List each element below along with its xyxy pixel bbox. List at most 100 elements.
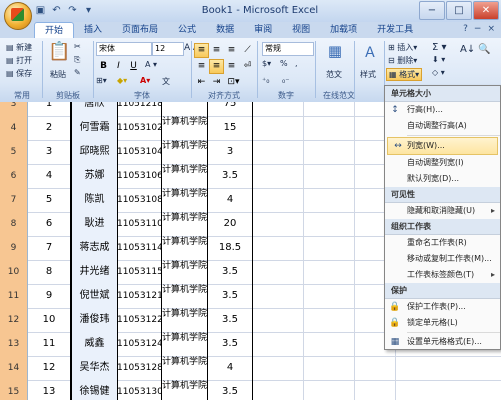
cell-empty[interactable] xyxy=(253,356,304,380)
cell-score[interactable]: 3.5 xyxy=(208,308,253,332)
format-painter-icon[interactable]: ✎ xyxy=(74,68,81,77)
menu-item-move-copy-sheet[interactable]: 移动或复制工作表(M)... xyxy=(385,251,500,267)
cell-empty[interactable] xyxy=(253,116,304,140)
increase-decimal-icon[interactable]: ⁺₀ xyxy=(262,76,269,85)
tab-addins[interactable]: 加载项 xyxy=(320,22,367,38)
sort-filter-icon[interactable]: A↓ xyxy=(460,44,475,55)
row-header[interactable]: 5 xyxy=(0,140,28,164)
maximize-button[interactable]: □ xyxy=(446,1,472,20)
cell-empty[interactable] xyxy=(253,380,304,400)
row-header[interactable]: 4 xyxy=(0,116,28,140)
row-header[interactable]: 12 xyxy=(0,308,28,332)
cell-major[interactable]: 计算机学院 xyxy=(162,332,208,357)
currency-icon[interactable]: $▾ xyxy=(262,59,271,68)
cell-empty[interactable] xyxy=(253,284,304,308)
menu-item-rename-sheet[interactable]: 重命名工作表(R) xyxy=(385,235,500,251)
cell-major[interactable]: 计算机学院 xyxy=(162,102,208,117)
cell-name[interactable]: 邱晓熙 xyxy=(71,140,118,164)
menu-item-format-cells[interactable]: ▦ 设置单元格格式(E)... xyxy=(385,334,500,350)
styles-icon[interactable]: Ａ xyxy=(360,42,380,64)
row-header[interactable]: 8 xyxy=(0,212,28,236)
row-header[interactable]: 15 xyxy=(0,380,28,400)
cell-empty[interactable] xyxy=(304,236,355,260)
percent-button[interactable]: % xyxy=(280,59,288,68)
row-header[interactable]: 3 xyxy=(0,102,28,116)
cell-empty[interactable] xyxy=(304,380,355,400)
cell-name[interactable]: 何雪霜 xyxy=(71,116,118,140)
cell-empty[interactable] xyxy=(253,236,304,260)
font-name-select[interactable]: 宋体 xyxy=(96,42,152,56)
wrap-text-icon[interactable]: ⏎ xyxy=(240,59,255,74)
cell-name[interactable]: 蒋志成 xyxy=(71,236,118,260)
cell-seq[interactable]: 4 xyxy=(28,164,71,188)
cell-seq[interactable]: 8 xyxy=(28,260,71,284)
cell-empty[interactable] xyxy=(304,356,355,380)
number-format-select[interactable]: 常规 xyxy=(262,42,314,56)
menu-item-hide-unhide[interactable]: 隐藏和取消隐藏(U) ▸ xyxy=(385,203,500,219)
cell-name[interactable]: 陈凯 xyxy=(71,188,118,212)
cell-major[interactable]: 计算机学院 xyxy=(162,356,208,381)
cell-name[interactable]: 徐锡健 xyxy=(71,380,118,400)
tab-page-layout[interactable]: 页面布局 xyxy=(112,22,168,38)
cell-major[interactable]: 计算机学院 xyxy=(162,284,208,309)
tab-home[interactable]: 开始 xyxy=(34,22,75,39)
minimize-button[interactable]: − xyxy=(419,1,445,20)
tab-review[interactable]: 审阅 xyxy=(244,22,282,38)
ribbon-minimize-icon[interactable]: − xyxy=(474,24,482,34)
cell-id[interactable]: 11053104 xyxy=(117,140,162,164)
cell-seq[interactable]: 13 xyxy=(28,380,71,400)
cell-id[interactable]: 11051218 xyxy=(117,102,162,116)
cell-id[interactable]: 11053115 xyxy=(117,260,162,284)
decrease-indent-icon[interactable]: ⇤ xyxy=(194,75,209,90)
styles-button[interactable]: 样式 xyxy=(360,69,376,80)
insert-cells-button[interactable]: ⊞ 插入▾ xyxy=(388,42,417,53)
bold-button[interactable]: B xyxy=(96,59,111,74)
align-middle-icon[interactable]: ≡ xyxy=(209,43,224,58)
row-header[interactable]: 14 xyxy=(0,356,28,380)
new-button[interactable]: ▤ 新建 xyxy=(6,42,32,53)
cell-seq[interactable]: 5 xyxy=(28,188,71,212)
cell-score[interactable]: 18.5 xyxy=(208,236,253,260)
delete-cells-button[interactable]: ⊟ 删除▾ xyxy=(388,55,417,66)
cell-score[interactable]: 15 xyxy=(208,116,253,140)
cell-id[interactable]: 11053128 xyxy=(117,356,162,380)
cell-name[interactable]: 耿进 xyxy=(71,212,118,236)
menu-item-tab-color[interactable]: 工作表标签颜色(T) ▸ xyxy=(385,267,500,283)
tab-data[interactable]: 数据 xyxy=(206,22,244,38)
qat-dropdown-icon[interactable]: ▾ xyxy=(82,4,95,17)
row-header[interactable]: 13 xyxy=(0,332,28,356)
cell-empty[interactable] xyxy=(355,356,396,380)
cell-seq[interactable]: 3 xyxy=(28,140,71,164)
cell-name[interactable]: 倪世斌 xyxy=(71,284,118,308)
cell-empty[interactable] xyxy=(253,260,304,284)
cell-empty[interactable] xyxy=(253,140,304,164)
tab-developer[interactable]: 开发工具 xyxy=(367,22,423,38)
border-icon[interactable]: ⊞▾ xyxy=(96,76,107,85)
cell-score[interactable]: 3.5 xyxy=(208,380,253,400)
tab-view[interactable]: 视图 xyxy=(282,22,320,38)
clear-icon[interactable]: ◇ ▾ xyxy=(432,68,445,77)
menu-item-autofit-row[interactable]: 自动调整行高(A) xyxy=(385,118,500,134)
cell-seq[interactable]: 10 xyxy=(28,308,71,332)
menu-item-autofit-column[interactable]: 自动调整列宽(I) xyxy=(385,155,500,171)
align-right-icon[interactable]: ≡ xyxy=(224,59,239,74)
cell-seq[interactable]: 7 xyxy=(28,236,71,260)
row-header[interactable]: 10 xyxy=(0,260,28,284)
online-template-button[interactable]: 范文 xyxy=(326,69,342,80)
cell-empty[interactable] xyxy=(253,308,304,332)
cell-score[interactable]: 20 xyxy=(208,212,253,236)
italic-button[interactable]: I xyxy=(111,59,126,74)
cell-seq[interactable]: 9 xyxy=(28,284,71,308)
cell-name[interactable]: 吴华杰 xyxy=(71,356,118,380)
save-button[interactable]: ▤ 保存 xyxy=(6,68,32,79)
align-left-icon[interactable]: ≡ xyxy=(194,59,209,74)
cell-empty[interactable] xyxy=(253,188,304,212)
wen-icon[interactable]: 文 xyxy=(162,76,170,87)
cell-id[interactable]: 11053114 xyxy=(117,236,162,260)
cell-major[interactable]: 计算机学院 xyxy=(162,116,208,141)
close-button[interactable]: ✕ xyxy=(473,1,499,20)
row-header[interactable]: 9 xyxy=(0,236,28,260)
menu-item-lock-cell[interactable]: 🔒 锁定单元格(L) xyxy=(385,315,500,331)
menu-item-default-width[interactable]: 默认列宽(D)... xyxy=(385,171,500,187)
align-bottom-icon[interactable]: ≡ xyxy=(224,43,239,58)
